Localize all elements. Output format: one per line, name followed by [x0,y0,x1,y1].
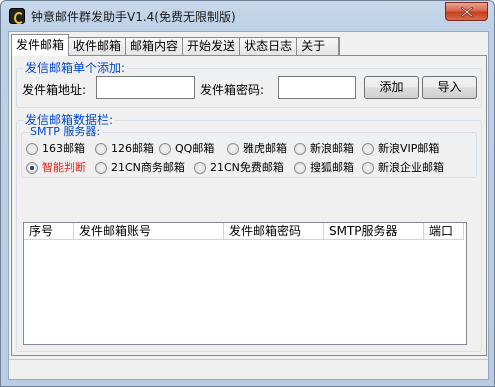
radio-sohu[interactable]: 搜狐邮箱 [294,160,360,176]
status-bar [9,359,488,379]
column-header-index[interactable]: 序号 [24,223,74,240]
column-header-password[interactable]: 发件邮箱密码 [224,223,324,240]
tab-recipient-mailbox[interactable]: 收件邮箱 [68,37,127,56]
tab-mail-content[interactable]: 邮箱内容 [125,37,184,56]
tab-sender-mailbox[interactable]: 发件邮箱 [11,34,70,56]
close-button[interactable] [445,2,488,21]
radio-21cn-business[interactable]: 21CN商务邮箱 [95,160,191,176]
radio-circle [159,143,171,155]
radio-sina-enterprise[interactable]: 新浪企业邮箱 [362,160,472,176]
column-header-smtp[interactable]: SMTP服务器 [324,223,424,240]
radio-sina-vip[interactable]: 新浪VIP邮箱 [362,141,472,157]
password-input[interactable] [278,76,356,99]
title-bar[interactable]: 钟意邮件群发助手V1.4(免费无限制版) [1,1,494,31]
radio-circle [95,143,107,155]
column-header-port[interactable]: 端口 [424,223,464,240]
tab-start-sending[interactable]: 开始发送 [182,37,241,56]
radio-circle [95,162,107,174]
radio-126[interactable]: 126邮箱 [95,141,159,157]
radio-163[interactable]: 163邮箱 [26,141,90,157]
add-button[interactable]: 添加 [364,76,419,99]
sender-table[interactable]: 序号 发件邮箱账号 发件邮箱密码 SMTP服务器 端口 [23,222,467,345]
radio-circle [194,162,206,174]
tab-panel-sender: 发信邮箱单个添加: 发件箱地址: 发件箱密码: 添加 导入 发信邮箱数据栏: S… [11,55,487,356]
table-header: 序号 发件邮箱账号 发件邮箱密码 SMTP服务器 端口 [24,223,464,240]
radio-qq[interactable]: QQ邮箱 [159,141,223,157]
single-add-legend: 发信邮箱单个添加: [23,61,128,75]
single-add-group: 发信邮箱单个添加: 发件箱地址: 发件箱密码: 添加 导入 [16,61,482,108]
radio-circle [26,143,38,155]
address-label: 发件箱地址: [22,83,87,97]
radio-circle [26,162,38,174]
radio-yahoo[interactable]: 雅虎邮箱 [227,141,291,157]
address-input[interactable] [96,76,195,99]
radio-circle [294,162,306,174]
radio-circle [362,162,374,174]
tab-status-log[interactable]: 状态日志 [239,37,298,56]
close-icon [461,7,473,17]
app-logo-icon [9,8,25,24]
main-window: 钟意邮件群发助手V1.4(免费无限制版) 发件邮箱 收件邮箱 邮箱内容 开始发送… [0,0,495,387]
tab-strip: 发件邮箱 收件邮箱 邮箱内容 开始发送 状态日志 关于 [11,34,341,56]
radio-sina[interactable]: 新浪邮箱 [294,141,358,157]
radio-smart-detect[interactable]: 智能判断 [26,160,94,176]
tab-about[interactable]: 关于 [296,37,341,56]
window-title: 钟意邮件群发助手V1.4(免费无限制版) [31,10,236,24]
smtp-group: SMTP 服务器: 163邮箱 126邮箱 QQ邮箱 雅虎邮箱 新浪邮箱 新浪V… [21,125,477,178]
import-button[interactable]: 导入 [422,76,477,99]
smtp-legend: SMTP 服务器: [28,125,103,139]
radio-21cn-free[interactable]: 21CN免费邮箱 [194,160,292,176]
radio-circle [294,143,306,155]
radio-circle [362,143,374,155]
client-area: 发件邮箱 收件邮箱 邮箱内容 开始发送 状态日志 关于 发信邮箱单个添加: 发件… [8,31,489,380]
column-header-account[interactable]: 发件邮箱账号 [74,223,224,240]
radio-circle [227,143,239,155]
password-label: 发件箱密码: [200,83,265,97]
